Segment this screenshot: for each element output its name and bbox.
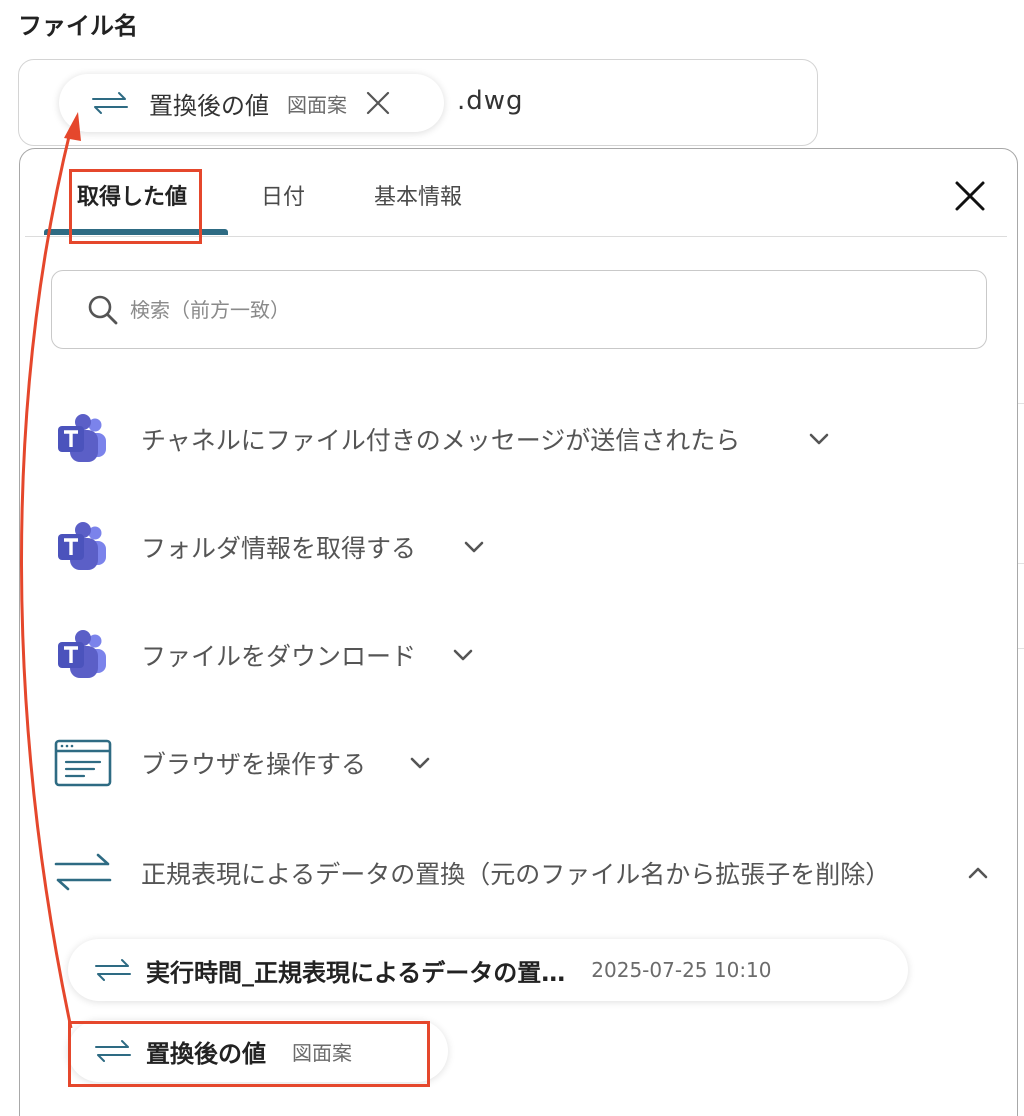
browser-window-icon [54,739,112,787]
step-label: ファイルをダウンロード [141,642,417,671]
file-name-input[interactable]: 置換後の値 図面案 .dwg [18,59,818,146]
replaced-value-chip[interactable]: 置換後の値 図面案 [59,74,444,132]
value-subtitle: 2025-07-25 10:10 [591,958,772,982]
step-item-browser-operation[interactable]: ブラウザを操作する [20,728,1010,798]
file-name-label: ファイル名 [18,12,138,40]
step-label: ブラウザを操作する [141,750,367,779]
step-label: チャネルにファイル付きのメッセージが送信されたら [141,426,741,455]
step-label: フォルダ情報を取得する [141,534,417,563]
active-tab-indicator [44,229,228,235]
value-subtitle: 図面案 [292,1040,352,1065]
swap-arrows-icon [54,853,112,891]
chevron-up-icon[interactable] [967,866,989,880]
search-field[interactable] [51,270,987,349]
swap-arrows-icon [92,92,128,114]
tab-retrieved-values[interactable]: 取得した値 [77,179,187,211]
chevron-down-icon[interactable] [452,648,474,662]
tab-basic-info[interactable]: 基本情報 [374,179,462,211]
swap-arrows-icon [95,959,131,981]
microsoft-teams-icon [58,522,106,570]
search-icon [88,295,118,324]
search-input[interactable] [130,297,930,322]
tab-bar: 取得した値 日付 基本情報 [25,149,1007,237]
chevron-down-icon[interactable] [463,540,485,554]
value-picker-panel: 取得した値 日付 基本情報 チャネルにファイル付きのメッセージが送信されたら [19,148,1018,1116]
chevron-down-icon[interactable] [409,756,431,770]
microsoft-teams-icon [58,630,106,678]
tab-date[interactable]: 日付 [261,179,305,211]
file-extension-text: .dwg [457,86,524,116]
close-icon[interactable] [953,179,987,213]
step-item-teams-message[interactable]: チャネルにファイル付きのメッセージが送信されたら [20,404,1010,474]
chip-subtitle: 図面案 [287,92,347,117]
step-item-download-file[interactable]: ファイルをダウンロード [20,620,1010,690]
value-name: 置換後の値 [146,1039,266,1068]
step-item-regex-replace[interactable]: 正規表現によるデータの置換（元のファイル名から拡張子を削除） [20,838,1010,908]
step-item-folder-info[interactable]: フォルダ情報を取得する [20,512,1010,582]
step-label: 正規表現によるデータの置換（元のファイル名から拡張子を削除） [141,860,891,889]
value-chip-replaced-value[interactable]: 置換後の値 図面案 [68,1020,448,1082]
chevron-down-icon[interactable] [808,432,830,446]
remove-chip-icon[interactable] [365,90,391,116]
value-chip-execution-time[interactable]: 実行時間_正規表現によるデータの置… 2025-07-25 10:10 [68,939,908,1001]
swap-arrows-icon [95,1040,131,1062]
microsoft-teams-icon [58,414,106,462]
chip-name: 置換後の値 [149,91,269,120]
value-name: 実行時間_正規表現によるデータの置… [146,958,566,987]
